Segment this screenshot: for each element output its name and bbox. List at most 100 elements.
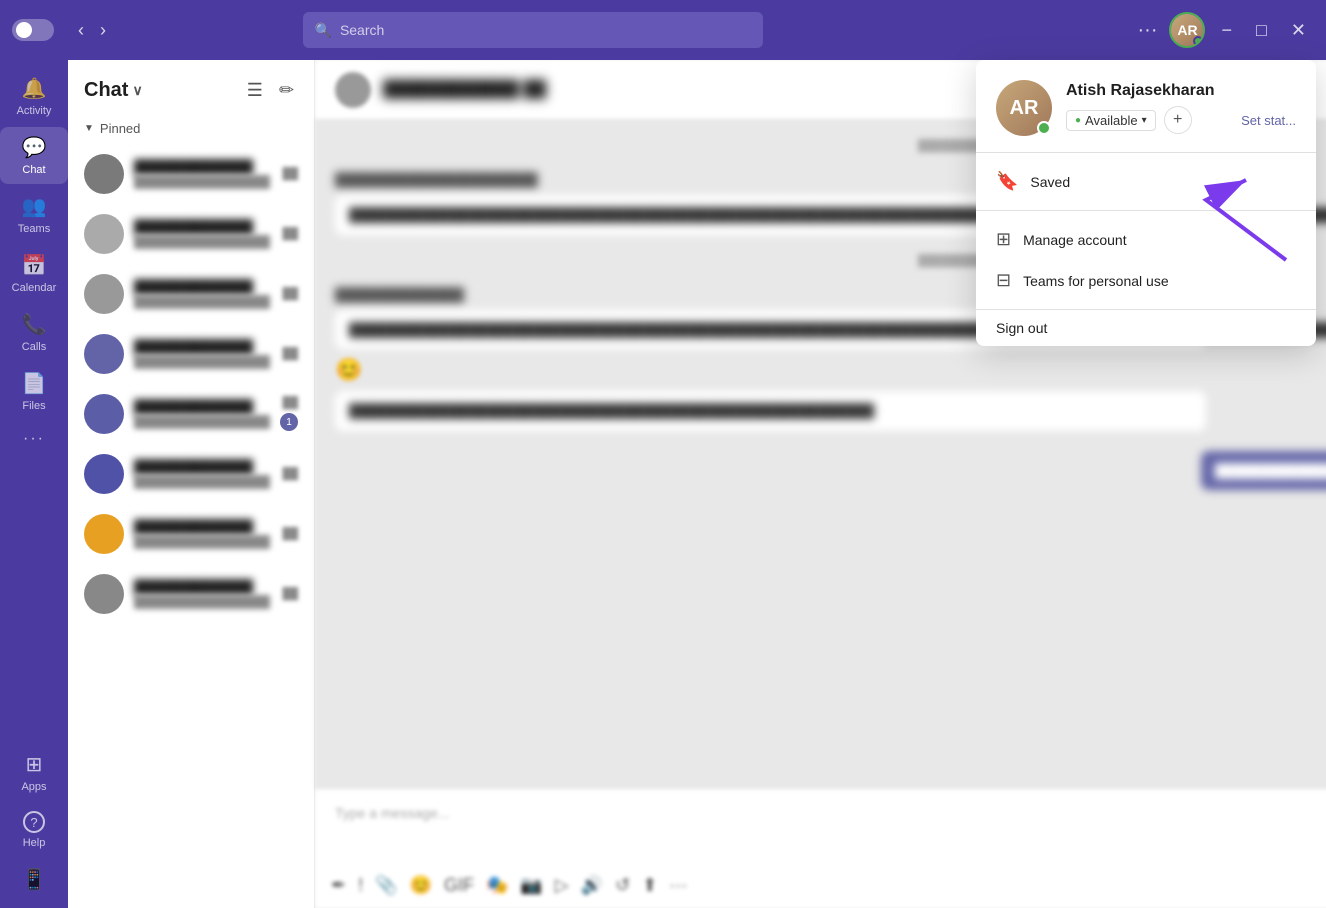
manage-account-icon: ⊞	[996, 229, 1011, 250]
chat-icon: 💬	[22, 135, 47, 160]
saved-menu-item[interactable]: 🔖 Saved	[976, 161, 1316, 202]
content-avatar	[335, 72, 371, 108]
message-placeholder: Type a message...	[335, 805, 449, 821]
forward-arrow[interactable]: ›	[94, 16, 112, 45]
chat-item[interactable]: ████████████ ████████████████ ██	[68, 444, 314, 504]
chat-item[interactable]: ████████████ ████████████████ ██	[68, 504, 314, 564]
mobile-icon: 📱	[22, 867, 47, 892]
share-button[interactable]: ⬆	[642, 875, 657, 896]
loop-button[interactable]: ▷	[555, 875, 569, 896]
chat-avatar	[84, 514, 124, 554]
chat-time: ██	[282, 528, 298, 540]
chat-meta: ██	[282, 288, 298, 300]
add-status-button[interactable]: +	[1164, 106, 1192, 134]
sidebar-item-files[interactable]: 📄 Files	[0, 363, 68, 420]
chat-name: ████████████	[134, 219, 272, 235]
audio-button[interactable]: 🔊	[581, 875, 603, 896]
pinned-caret: ▼	[84, 123, 94, 134]
chat-meta: ██	[282, 468, 298, 480]
chat-panel-header: Chat ∨ ☰ ✏	[68, 60, 314, 117]
chat-info: ████████████ ████████████████	[134, 159, 272, 189]
status-pill[interactable]: ● Available ▾	[1066, 110, 1156, 131]
schedule-button[interactable]: 📷	[520, 875, 542, 896]
files-icon: 📄	[22, 371, 47, 396]
chat-name: ████████████	[134, 399, 270, 415]
content-name: ████████████ ██	[383, 81, 546, 99]
manage-account-item[interactable]: ⊞ Manage account	[976, 219, 1316, 260]
chat-preview: ████████████████	[134, 295, 272, 309]
minimize-button[interactable]: −	[1213, 16, 1240, 45]
msg-bubble: ████████████████████████████████████████…	[335, 391, 1206, 431]
set-status-button[interactable]: Set stat...	[1241, 113, 1296, 128]
dropdown-account-section: ⊞ Manage account ⊟ Teams for personal us…	[976, 211, 1316, 310]
priority-button[interactable]: !	[358, 875, 363, 896]
chat-name: ████████████	[134, 159, 272, 175]
sidebar-item-calendar[interactable]: 📅 Calendar	[0, 245, 68, 302]
chat-preview: ████████████████	[134, 535, 272, 549]
filter-button[interactable]: ☰	[243, 76, 267, 105]
sidebar-item-mobile[interactable]: 📱	[0, 859, 68, 900]
chat-meta: ██	[282, 228, 298, 240]
pinned-header[interactable]: ▼ Pinned	[68, 117, 314, 144]
chat-info: ████████████ ████████████████	[134, 399, 270, 429]
close-button[interactable]: ✕	[1283, 16, 1314, 45]
sidebar-item-calls[interactable]: 📞 Calls	[0, 304, 68, 361]
activity-icon: 🔔	[22, 76, 47, 101]
sign-out-item[interactable]: Sign out	[976, 310, 1316, 346]
chat-info: ████████████ ████████████████	[134, 219, 272, 249]
sidebar-item-help[interactable]: ? Help	[0, 803, 68, 857]
reaction-button[interactable]: ↺	[615, 875, 630, 896]
profile-avatar-button[interactable]: AR	[1169, 12, 1205, 48]
teams-personal-item[interactable]: ⊟ Teams for personal use	[976, 260, 1316, 301]
toggle-button[interactable]	[12, 19, 54, 41]
saved-label: Saved	[1030, 174, 1070, 190]
emoji-button[interactable]: 😊	[410, 875, 432, 896]
chat-preview: ████████████████	[134, 235, 272, 249]
sidebar-item-activity[interactable]: 🔔 Activity	[0, 68, 68, 125]
chat-time: ██	[282, 468, 298, 480]
format-button[interactable]: ✒	[331, 875, 346, 896]
chat-item[interactable]: ████████████ ████████████████ ██ 1	[68, 384, 314, 444]
maximize-button[interactable]: □	[1248, 16, 1275, 45]
back-arrow[interactable]: ‹	[72, 16, 90, 45]
compose-button[interactable]: ✏	[275, 76, 298, 105]
chat-time: ██	[282, 397, 298, 409]
chat-item[interactable]: ████████████ ████████████████ ██	[68, 564, 314, 624]
sticker-button[interactable]: 🎭	[486, 875, 508, 896]
chat-avatar	[84, 274, 124, 314]
chat-name: ████████████	[134, 519, 272, 535]
sidebar-item-apps[interactable]: ⊞ Apps	[0, 744, 68, 801]
chat-list: ████████████ ████████████████ ██ ███████…	[68, 144, 314, 908]
message-input[interactable]: Type a message...	[331, 801, 1326, 867]
sidebar-item-teams[interactable]: 👥 Teams	[0, 186, 68, 243]
chat-item[interactable]: ████████████ ████████████████ ██	[68, 204, 314, 264]
apps-icon: ⊞	[26, 752, 43, 777]
manage-account-label: Manage account	[1023, 232, 1127, 248]
dropdown-status-row: ● Available ▾ + Set stat...	[1066, 106, 1296, 134]
chat-preview: ████████████████	[134, 415, 270, 429]
more-tools-button[interactable]: ···	[669, 875, 687, 896]
chat-title-caret[interactable]: ∨	[132, 82, 142, 99]
chat-time: ██	[282, 168, 298, 180]
profile-dropdown: AR Atish Rajasekharan ● Available ▾ + Se…	[976, 60, 1316, 346]
chat-name: ████████████	[134, 279, 272, 295]
more-icon: ···	[23, 430, 45, 448]
more-options-button[interactable]: ···	[1134, 15, 1162, 46]
search-bar[interactable]: 🔍 Search	[303, 12, 763, 48]
chat-item[interactable]: ████████████ ████████████████ ██	[68, 144, 314, 204]
pinned-label: Pinned	[100, 121, 140, 136]
teams-personal-icon: ⊟	[996, 270, 1011, 291]
chat-avatar	[84, 394, 124, 434]
calendar-icon: 📅	[22, 253, 47, 278]
attach-button[interactable]: 📎	[375, 875, 397, 896]
chat-item[interactable]: ████████████ ████████████████ ██	[68, 264, 314, 324]
chat-item[interactable]: ████████████ ████████████████ ██	[68, 324, 314, 384]
status-dot: ●	[1075, 115, 1081, 126]
search-icon: 🔍	[315, 22, 332, 39]
sidebar-item-chat[interactable]: 💬 Chat	[0, 127, 68, 184]
chat-avatar	[84, 574, 124, 614]
sidebar-item-more[interactable]: ···	[0, 422, 68, 456]
gif-button[interactable]: GIF	[444, 875, 474, 896]
sent-message-group: ██████████████████████████████████████	[335, 451, 1326, 491]
dropdown-profile-section: AR Atish Rajasekharan ● Available ▾ + Se…	[976, 60, 1316, 153]
